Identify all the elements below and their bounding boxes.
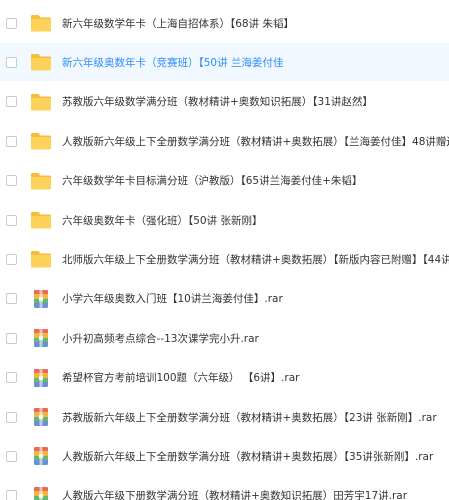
file-row[interactable]: 北师版六年级上下全册数学满分班（教材精讲+奥数拓展）【新版内容已附赠】【44讲 xyxy=(0,240,449,278)
rar-archive-icon xyxy=(30,328,52,348)
folder-icon xyxy=(30,131,52,151)
row-checkbox[interactable] xyxy=(6,411,17,423)
file-name-link[interactable]: 苏教版六年级数学满分班（教材精讲+奥数知识拓展）【31讲赵然】 xyxy=(62,94,373,109)
file-row[interactable]: 人教版新六年级上下全册数学满分班（教材精讲+奥数拓展）【35讲张新刚】.rar xyxy=(0,437,449,475)
row-checkbox[interactable] xyxy=(6,253,17,265)
folder-icon xyxy=(30,210,52,230)
file-row[interactable]: 六年级奥数年卡（强化班）【50讲 张新刚】 xyxy=(0,201,449,239)
file-name-link[interactable]: 人教版六年级下册数学满分班（教材精讲+奥数知识拓展）田芳宇17讲.rar xyxy=(62,488,407,500)
row-checkbox[interactable] xyxy=(6,490,17,500)
rar-archive-icon xyxy=(30,368,52,388)
file-row[interactable]: 小升初高频考点综合--13次课学完小升.rar xyxy=(0,319,449,357)
file-row[interactable]: 苏教版新六年级上下全册数学满分班（教材精讲+奥数拓展）【23讲 张新刚】.rar xyxy=(0,398,449,436)
file-row[interactable]: 新六年级奥数年卡（竞赛班）【50讲 兰海姜付佳 xyxy=(0,43,449,82)
file-name-link[interactable]: 苏教版新六年级上下全册数学满分班（教材精讲+奥数拓展）【23讲 张新刚】.rar xyxy=(62,410,437,425)
folder-icon xyxy=(30,13,52,33)
folder-icon xyxy=(30,52,52,72)
row-checkbox[interactable] xyxy=(6,56,17,68)
file-name-link[interactable]: 小学六年级奥数入门班【10讲兰海姜付佳】.rar xyxy=(62,291,283,306)
rar-archive-icon xyxy=(30,446,52,466)
row-checkbox[interactable] xyxy=(6,175,17,187)
row-checkbox[interactable] xyxy=(6,214,17,226)
row-checkbox[interactable] xyxy=(6,293,17,305)
row-checkbox[interactable] xyxy=(6,372,17,384)
folder-icon xyxy=(30,171,52,191)
file-name-link[interactable]: 希望杯官方考前培训100题（六年级） 【6讲】.rar xyxy=(62,370,299,385)
file-row[interactable]: 小学六年级奥数入门班【10讲兰海姜付佳】.rar xyxy=(0,280,449,318)
rar-archive-icon xyxy=(30,407,52,427)
file-name-link[interactable]: 新六年级奥数年卡（竞赛班）【50讲 兰海姜付佳 xyxy=(62,55,283,70)
file-row[interactable]: 希望杯官方考前培训100题（六年级） 【6讲】.rar xyxy=(0,359,449,397)
rar-archive-icon xyxy=(30,289,52,309)
file-name-link[interactable]: 新六年级数学年卡（上海自招体系）【68讲 朱韬】 xyxy=(62,16,294,31)
file-row[interactable]: 人教版六年级下册数学满分班（教材精讲+奥数知识拓展）田芳宇17讲.rar xyxy=(0,477,449,500)
file-row[interactable]: 新六年级数学年卡（上海自招体系）【68讲 朱韬】 xyxy=(0,4,449,42)
file-name-link[interactable]: 人教版新六年级上下全册数学满分班（教材精讲+奥数拓展）【兰海姜付佳】48讲赠送 xyxy=(62,134,449,149)
file-row[interactable]: 人教版新六年级上下全册数学满分班（教材精讲+奥数拓展）【兰海姜付佳】48讲赠送 xyxy=(0,122,449,160)
file-row[interactable]: 六年级数学年卡目标满分班（沪教版）【65讲兰海姜付佳+朱韬】 xyxy=(0,162,449,200)
file-name-link[interactable]: 六年级奥数年卡（强化班）【50讲 张新刚】 xyxy=(62,213,262,228)
file-row[interactable]: 苏教版六年级数学满分班（教材精讲+奥数知识拓展）【31讲赵然】 xyxy=(0,83,449,121)
folder-icon xyxy=(30,249,52,269)
row-checkbox[interactable] xyxy=(6,332,17,344)
file-name-link[interactable]: 小升初高频考点综合--13次课学完小升.rar xyxy=(62,331,259,346)
row-checkbox[interactable] xyxy=(6,450,17,462)
file-name-link[interactable]: 六年级数学年卡目标满分班（沪教版）【65讲兰海姜付佳+朱韬】 xyxy=(62,173,362,188)
row-checkbox[interactable] xyxy=(6,96,17,108)
file-name-link[interactable]: 北师版六年级上下全册数学满分班（教材精讲+奥数拓展）【新版内容已附赠】【44讲 xyxy=(62,252,449,267)
row-checkbox[interactable] xyxy=(6,17,17,29)
file-name-link[interactable]: 人教版新六年级上下全册数学满分班（教材精讲+奥数拓展）【35讲张新刚】.rar xyxy=(62,449,433,464)
rar-archive-icon xyxy=(30,486,52,500)
row-checkbox[interactable] xyxy=(6,135,17,147)
file-list: 新六年级数学年卡（上海自招体系）【68讲 朱韬】 新六年级奥数年卡（竞赛班）【50… xyxy=(0,0,449,500)
folder-icon xyxy=(30,92,52,112)
